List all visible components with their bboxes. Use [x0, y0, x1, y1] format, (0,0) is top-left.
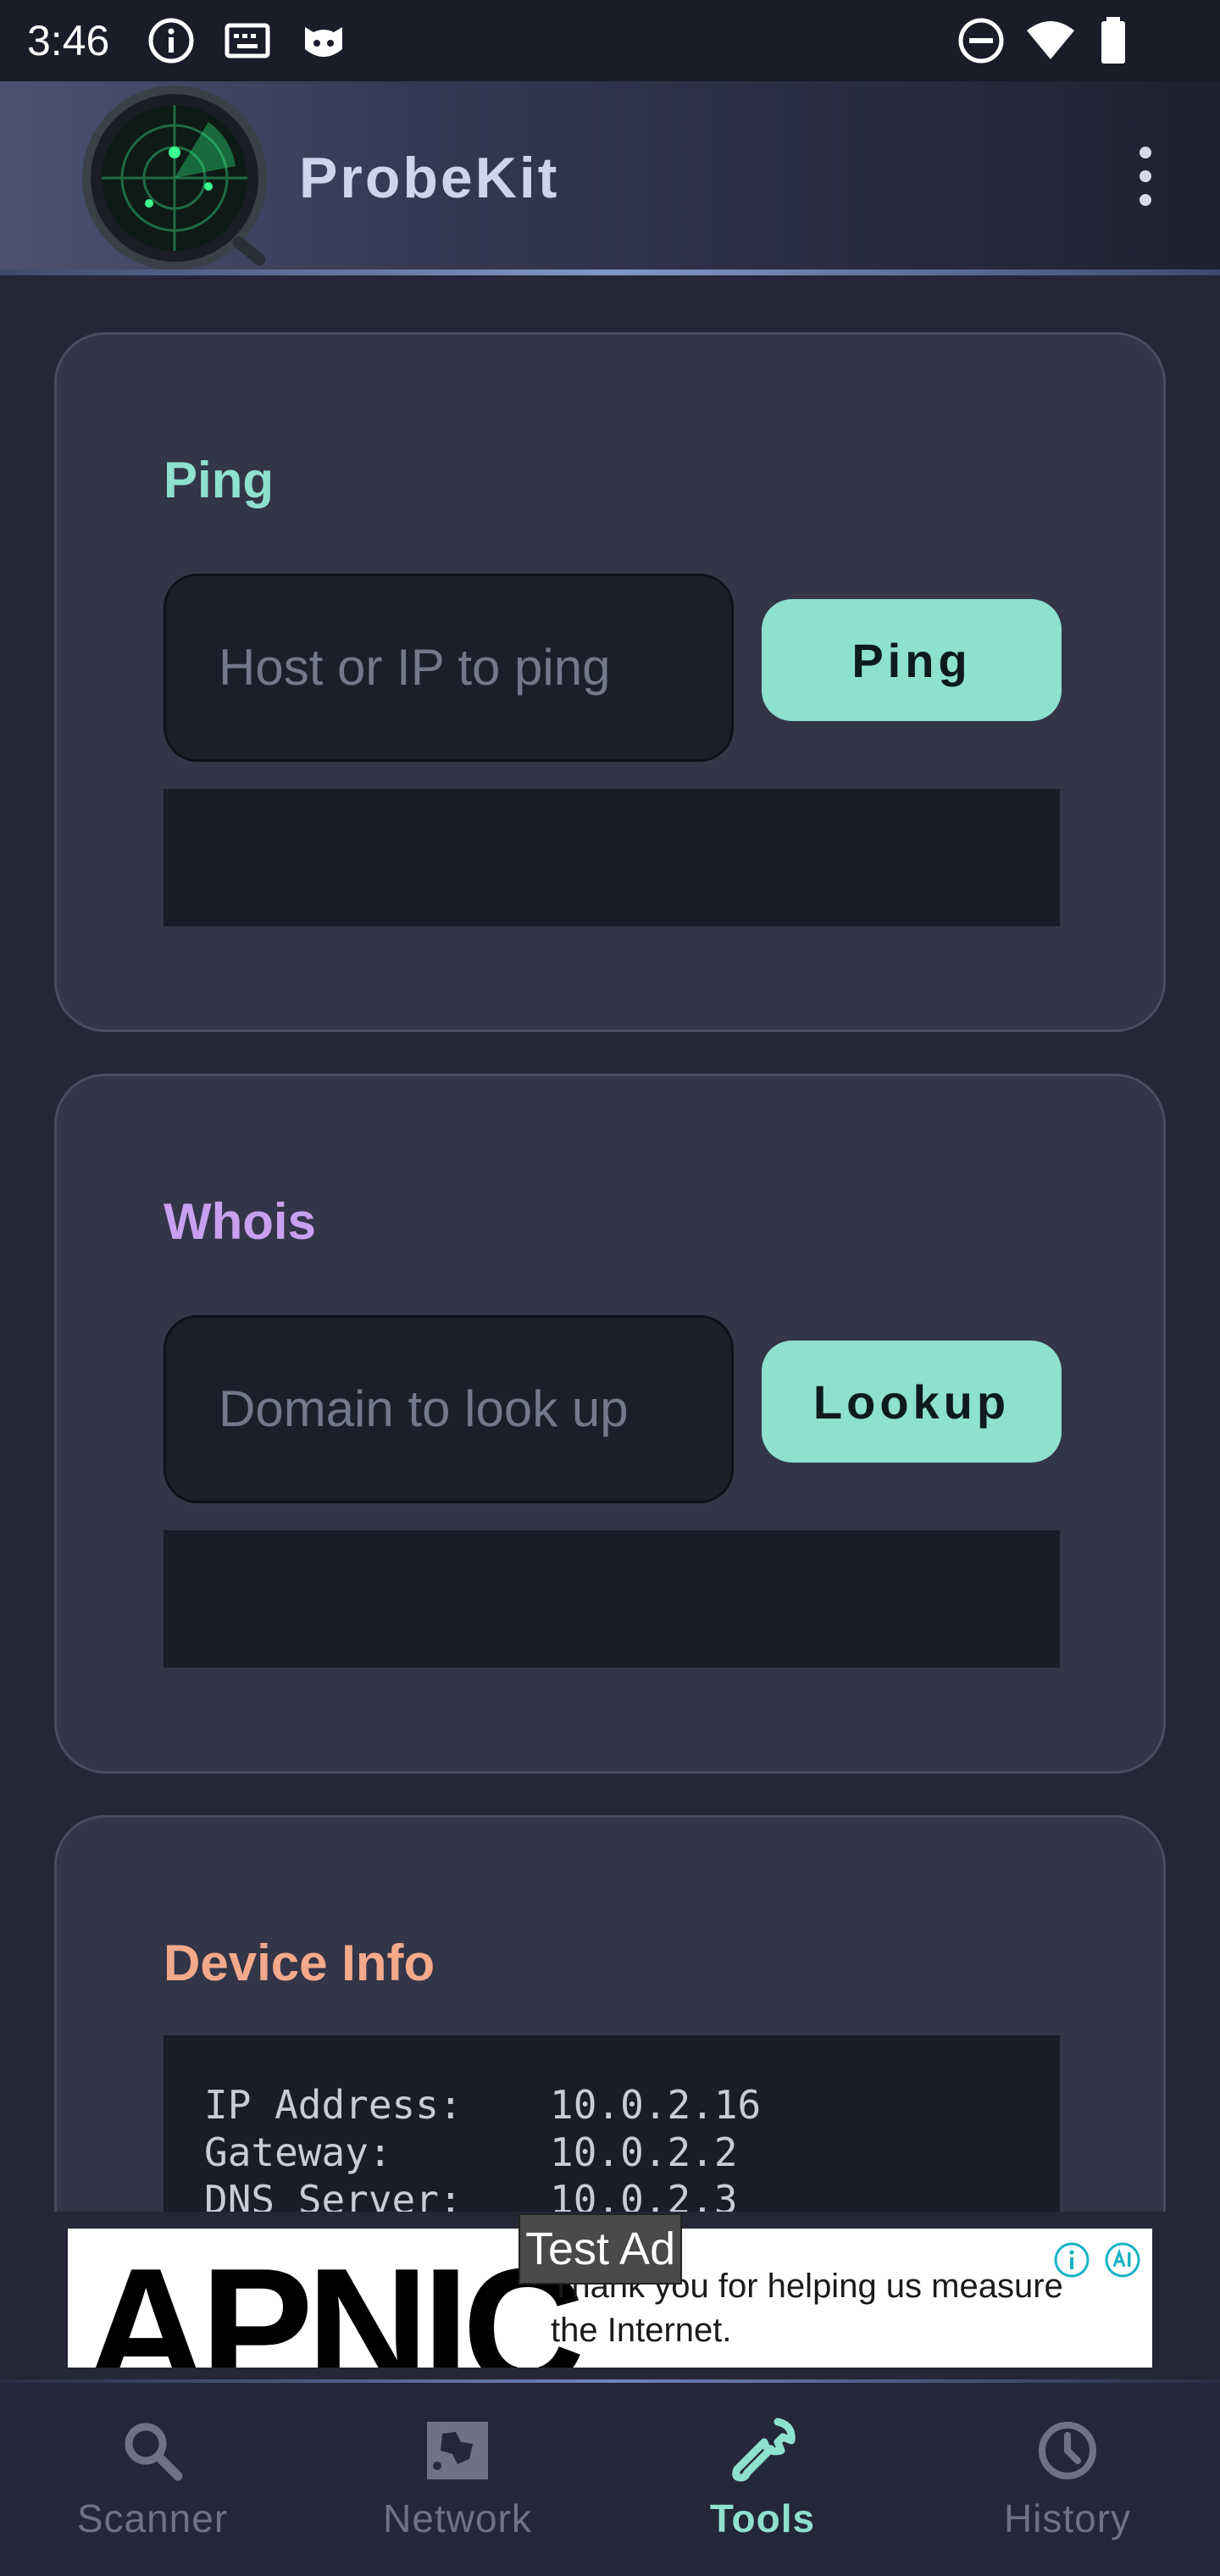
whois-card: Whois Domain to look up Lookup	[54, 1074, 1166, 1774]
info-row-gateway: Gateway: 10.0.2.2	[204, 2129, 738, 2176]
ad-choices-icon[interactable]	[1103, 2240, 1142, 2279]
gateway-value: 10.0.2.2	[550, 2129, 738, 2175]
ping-result-box	[164, 789, 1060, 926]
ping-host-input[interactable]: Host or IP to ping	[164, 574, 734, 762]
ping-button[interactable]: Ping	[762, 599, 1062, 721]
nav-item-network[interactable]: Network	[305, 2383, 610, 2576]
network-map-icon	[427, 2422, 488, 2479]
test-ad-badge: Test Ad	[518, 2213, 683, 2285]
nav-label-tools: Tools	[709, 2496, 816, 2540]
ad-brand-logo: APNIC	[85, 2234, 585, 2368]
ip-address-label: IP Address:	[204, 2082, 463, 2128]
content-scroll[interactable]: Ping Host or IP to ping Ping Whois Domai…	[0, 0, 1220, 2212]
wrench-icon	[732, 2418, 796, 2482]
nav-label-history: History	[1003, 2496, 1132, 2540]
nav-item-tools[interactable]: Tools	[610, 2383, 915, 2576]
nav-item-scanner[interactable]: Scanner	[0, 2383, 305, 2576]
ip-address-value: 10.0.2.16	[550, 2082, 762, 2128]
ad-text-line2: the Internet.	[551, 2312, 732, 2349]
device-info-box: IP Address: 10.0.2.16 Gateway: 10.0.2.2 DN…	[164, 2035, 1060, 2212]
nav-label-network: Network	[383, 2496, 532, 2540]
info-row-dns: DNS Server: 10.0.2.3	[204, 2176, 738, 2212]
nav-label-scanner: Scanner	[76, 2496, 229, 2540]
dns-server-label: DNS Server:	[204, 2177, 463, 2212]
search-icon	[125, 2423, 183, 2481]
ad-info-icon[interactable]	[1052, 2240, 1091, 2279]
device-info-card: Device Info IP Address: 10.0.2.16 Gateway…	[54, 1815, 1166, 2212]
whois-domain-input[interactable]: Domain to look up	[164, 1315, 734, 1503]
bottom-nav: Scanner Network Tools History	[0, 2383, 1220, 2576]
device-info-title: Device Info	[164, 1935, 435, 1991]
nav-item-history[interactable]: History	[915, 2383, 1220, 2576]
dns-server-value: 10.0.2.3	[550, 2177, 738, 2212]
gateway-label: Gateway:	[204, 2129, 392, 2175]
ping-title: Ping	[164, 452, 274, 508]
info-row-ip: IP Address: 10.0.2.16	[204, 2081, 761, 2129]
ping-card: Ping Host or IP to ping Ping	[54, 332, 1166, 1032]
clock-icon	[1039, 2422, 1096, 2479]
lookup-button[interactable]: Lookup	[762, 1341, 1062, 1463]
whois-result-box	[164, 1530, 1060, 1668]
whois-title: Whois	[164, 1193, 316, 1250]
